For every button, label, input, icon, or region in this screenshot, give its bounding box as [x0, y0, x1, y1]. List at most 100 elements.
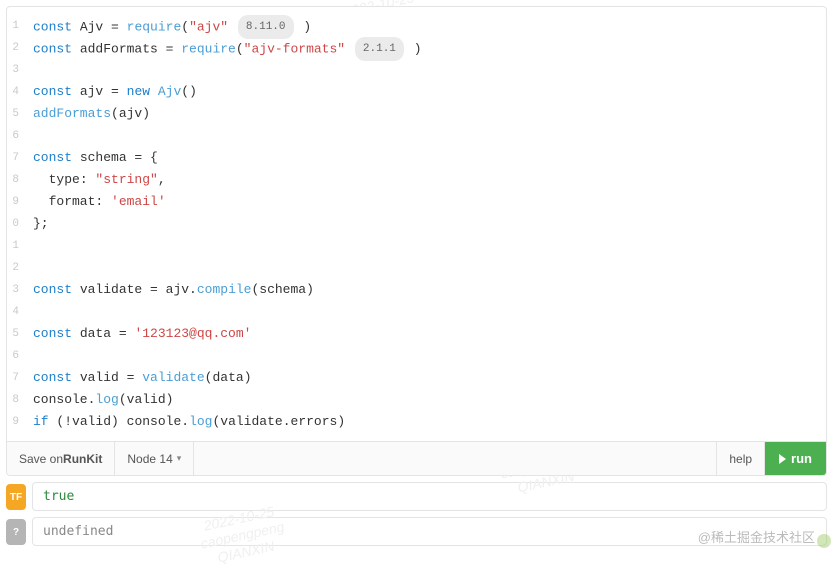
play-icon — [779, 454, 786, 464]
code-line[interactable]: type: "string", — [33, 169, 826, 191]
node-version-label: Node 14 — [127, 452, 172, 466]
token: data — [80, 326, 119, 341]
token: "string" — [95, 172, 157, 187]
token: addFormats — [80, 41, 166, 56]
save-button[interactable]: Save on RunKit — [7, 442, 115, 475]
chevron-down-icon: ▾ — [177, 453, 182, 464]
token: (! — [56, 414, 72, 429]
line-number: 7 — [7, 147, 19, 169]
help-button[interactable]: help — [716, 442, 765, 475]
token: if — [33, 414, 56, 429]
code-line[interactable]: }; — [33, 213, 826, 235]
code-line[interactable]: const addFormats = require("ajv-formats"… — [33, 37, 826, 59]
token: 'email' — [111, 194, 166, 209]
line-number: 5 — [7, 103, 19, 125]
code-line[interactable] — [33, 345, 826, 367]
code-line[interactable] — [33, 301, 826, 323]
token: type — [33, 172, 80, 187]
code-line[interactable] — [33, 235, 826, 257]
token: const — [33, 282, 80, 297]
token: const — [33, 150, 80, 165]
version-badge[interactable]: 8.11.0 — [238, 15, 294, 39]
line-number: 9 — [7, 191, 19, 213]
output-type-badge: TF — [6, 484, 26, 510]
token: Ajv — [158, 84, 181, 99]
line-number: 2 — [7, 37, 19, 59]
token: validate — [142, 370, 204, 385]
token: console — [33, 392, 88, 407]
token: ( — [236, 41, 244, 56]
code-line[interactable]: addFormats(ajv) — [33, 103, 826, 125]
code-content[interactable]: const Ajv = require("ajv" 8.11.0 )const … — [21, 15, 826, 433]
token: = — [111, 84, 127, 99]
token: : — [95, 194, 111, 209]
token: = — [150, 282, 166, 297]
token: ) — [166, 392, 174, 407]
code-line[interactable]: format: 'email' — [33, 191, 826, 213]
token: = { — [134, 150, 157, 165]
line-number: 0 — [7, 213, 19, 235]
line-number: 3 — [7, 59, 19, 81]
token: : — [80, 172, 96, 187]
token: new — [127, 84, 158, 99]
help-label: help — [729, 452, 752, 466]
token: validate — [80, 282, 150, 297]
line-number: 9 — [7, 411, 19, 433]
line-number: 3 — [7, 279, 19, 301]
code-line[interactable]: const Ajv = require("ajv" 8.11.0 ) — [33, 15, 826, 37]
code-line[interactable]: const data = '123123@qq.com' — [33, 323, 826, 345]
code-line[interactable]: const ajv = new Ajv() — [33, 81, 826, 103]
run-button[interactable]: run — [765, 442, 826, 475]
save-brand: RunKit — [63, 452, 102, 466]
token: console — [127, 414, 182, 429]
token: schema — [259, 282, 306, 297]
code-editor[interactable]: 1234567890123456789 const Ajv = require(… — [7, 7, 826, 441]
token: const — [33, 370, 80, 385]
line-number: 8 — [7, 169, 19, 191]
token: ( — [111, 106, 119, 121]
token: }; — [33, 216, 49, 231]
token: valid — [80, 370, 127, 385]
code-line[interactable]: console.log(valid) — [33, 389, 826, 411]
token: ) — [306, 282, 314, 297]
token: Ajv — [80, 19, 111, 34]
code-line[interactable]: const valid = validate(data) — [33, 367, 826, 389]
token: log — [189, 414, 212, 429]
line-gutter: 1234567890123456789 — [7, 15, 21, 433]
token: . — [181, 414, 189, 429]
code-line[interactable]: const validate = ajv.compile(schema) — [33, 279, 826, 301]
token: ajv — [166, 282, 189, 297]
line-number: 1 — [7, 15, 19, 37]
code-line[interactable]: if (!valid) console.log(validate.errors) — [33, 411, 826, 433]
token: const — [33, 84, 80, 99]
token: ) — [142, 106, 150, 121]
code-line[interactable] — [33, 59, 826, 81]
token: ajv — [80, 84, 111, 99]
token: const — [33, 326, 80, 341]
toolbar-spacer — [194, 442, 716, 475]
token: "ajv" — [189, 19, 228, 34]
code-line[interactable]: const schema = { — [33, 147, 826, 169]
token: const — [33, 41, 80, 56]
token: = — [119, 326, 135, 341]
run-label: run — [791, 451, 812, 466]
token: ) — [414, 41, 422, 56]
token: () — [181, 84, 197, 99]
token: valid — [72, 414, 111, 429]
line-number: 2 — [7, 257, 19, 279]
token: . — [283, 414, 291, 429]
token: compile — [197, 282, 252, 297]
node-version-select[interactable]: Node 14 ▾ — [115, 442, 194, 475]
token: addFormats — [33, 106, 111, 121]
output-type-badge: ? — [6, 519, 26, 545]
code-line[interactable] — [33, 257, 826, 279]
version-badge[interactable]: 2.1.1 — [355, 37, 404, 61]
line-number: 8 — [7, 389, 19, 411]
footer-attribution: @稀土掘金技术社区 — [698, 527, 815, 546]
code-line[interactable] — [33, 125, 826, 147]
output-value[interactable]: true — [32, 482, 827, 511]
token: schema — [80, 150, 135, 165]
token: ajv — [119, 106, 142, 121]
token: = — [166, 41, 182, 56]
line-number: 5 — [7, 323, 19, 345]
